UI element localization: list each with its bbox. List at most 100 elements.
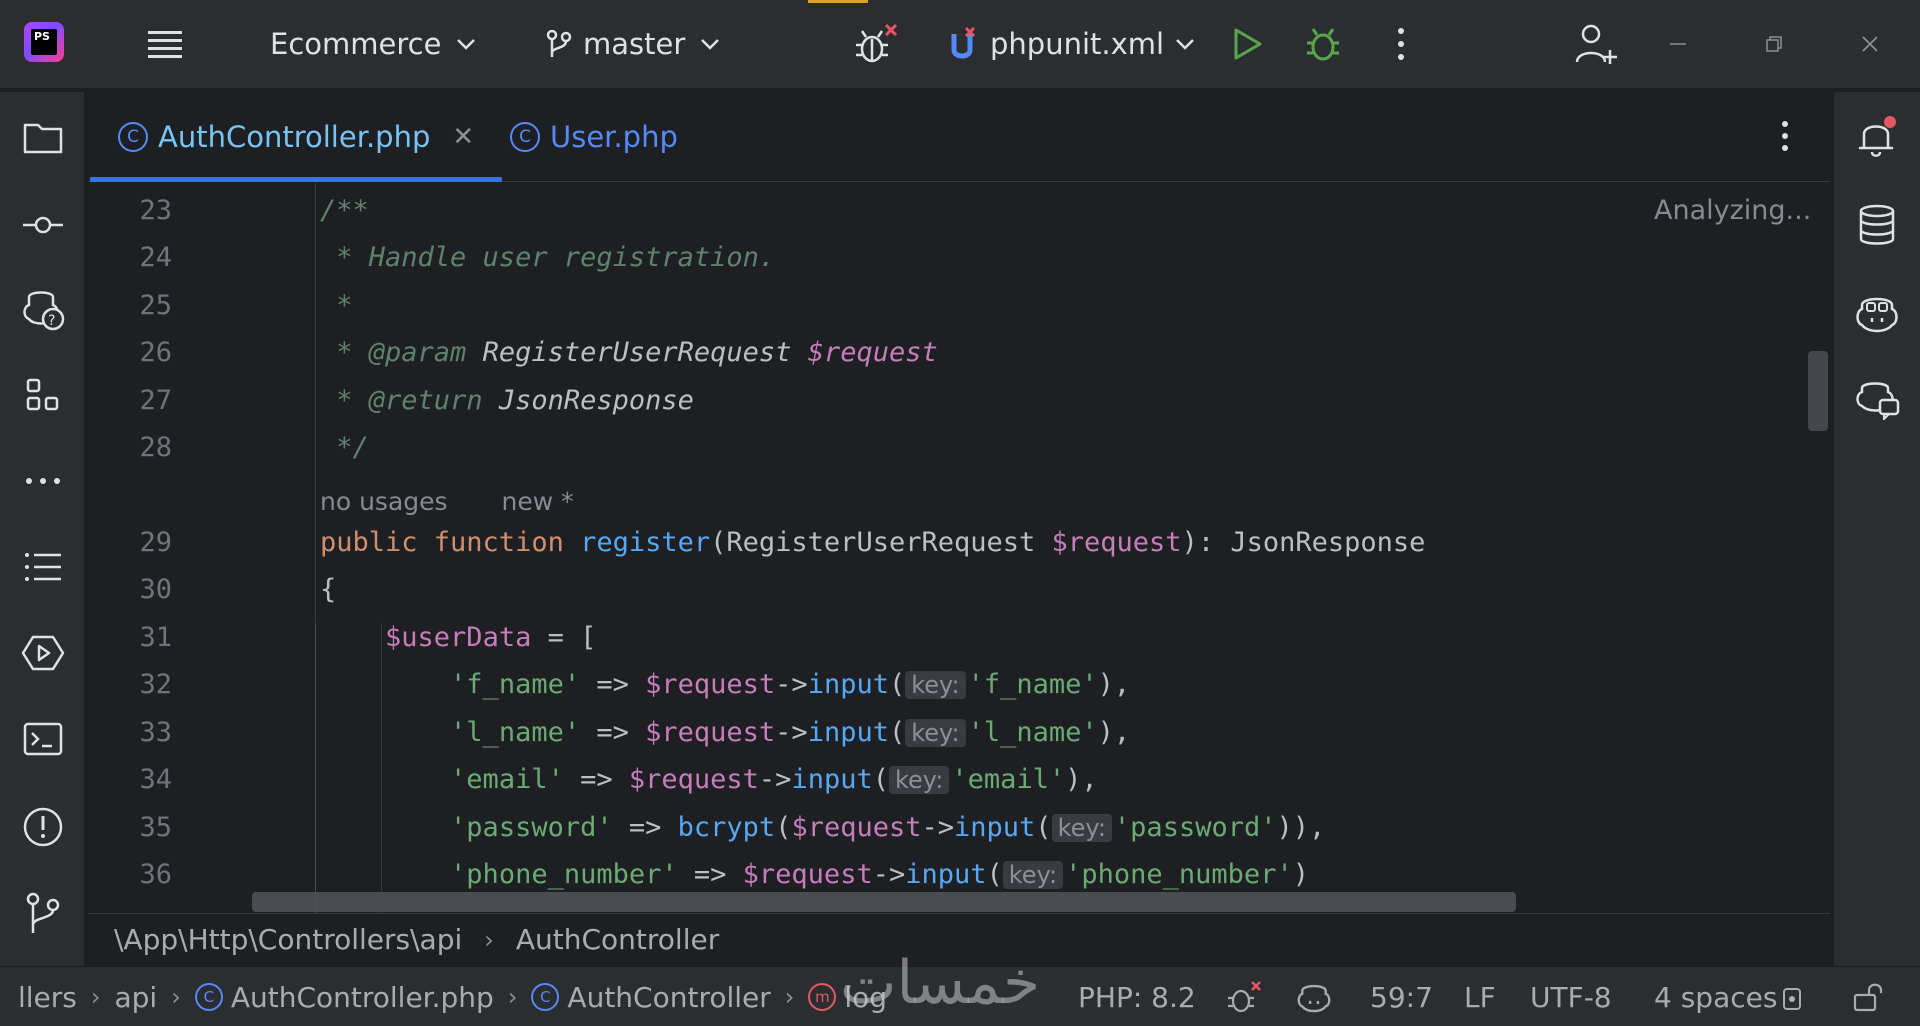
nav-item[interactable]: AuthController.php: [231, 981, 494, 1014]
tab-user[interactable]: C User.php: [510, 92, 678, 182]
code-token: */: [320, 432, 369, 463]
main-menu-button[interactable]: [146, 0, 184, 88]
code-line[interactable]: 'password' => bcrypt($request->input(key…: [320, 812, 1325, 843]
code-token: $request: [645, 669, 776, 700]
copilot-status-button[interactable]: [1296, 967, 1332, 1026]
code-line[interactable]: /**: [320, 195, 369, 226]
nav-item[interactable]: api: [115, 981, 158, 1014]
code-line[interactable]: * @param RegisterUserRequest $request: [320, 337, 938, 368]
line-number[interactable]: 32: [88, 669, 172, 700]
parameter-hint: key:: [1051, 814, 1112, 842]
tab-authcontroller[interactable]: C AuthController.php ✕: [90, 92, 503, 182]
code-token: =>: [677, 859, 743, 890]
line-number[interactable]: 36: [88, 859, 172, 890]
code-line[interactable]: public function register(RegisterUserReq…: [320, 527, 1425, 558]
debug-icon: [1307, 28, 1339, 61]
todo-tool-button[interactable]: [20, 544, 66, 590]
line-number[interactable]: 25: [88, 290, 172, 321]
close-window-button[interactable]: [1858, 0, 1882, 88]
database-tool-button[interactable]: [1854, 202, 1900, 248]
code-token: =>: [612, 812, 678, 843]
run-button[interactable]: [1230, 0, 1264, 88]
nav-separator: ›: [784, 983, 795, 1011]
vertical-scrollbar[interactable]: [1808, 351, 1828, 431]
code-vision-hint[interactable]: no usages new *: [320, 487, 574, 516]
breadcrumb-class[interactable]: AuthController: [516, 923, 719, 956]
nav-item[interactable]: llers: [18, 981, 77, 1014]
code-line[interactable]: 'email' => $request->input(key:'email'),: [320, 764, 1098, 795]
tab-label: AuthController.php: [158, 120, 431, 154]
file-encoding[interactable]: UTF-8: [1530, 967, 1612, 1026]
more-tools-button[interactable]: [20, 458, 66, 504]
code-token: 'phone_number': [1065, 859, 1293, 890]
line-number[interactable]: 33: [88, 717, 172, 748]
nav-item[interactable]: AuthController: [567, 981, 770, 1014]
line-number[interactable]: 27: [88, 385, 172, 416]
right-tool-strip: [1832, 92, 1920, 966]
services-tool-button[interactable]: [20, 630, 66, 676]
line-number[interactable]: 28: [88, 432, 172, 463]
line-number[interactable]: 23: [88, 195, 172, 226]
caret-position[interactable]: 59:7: [1370, 967, 1433, 1026]
code-token: (RegisterUserRequest: [710, 527, 1052, 558]
project-selector[interactable]: Ecommerce: [270, 0, 477, 88]
code-with-me-button[interactable]: [1574, 0, 1618, 88]
close-tab-icon[interactable]: ✕: [452, 122, 474, 152]
code-line[interactable]: 'l_name' => $request->input(key:'l_name'…: [320, 717, 1130, 748]
debugger-status-button[interactable]: [1226, 967, 1262, 1026]
notifications-button[interactable]: [1854, 114, 1900, 160]
code-token: $userData: [385, 622, 532, 653]
app-logo[interactable]: PS: [24, 22, 64, 62]
chevron-down-icon: [701, 39, 720, 50]
restore-button[interactable]: [1762, 0, 1786, 88]
author-hint[interactable]: new *: [502, 487, 574, 516]
tab-options-button[interactable]: [1770, 110, 1800, 162]
line-number[interactable]: 34: [88, 764, 172, 795]
code-line[interactable]: *: [320, 290, 352, 321]
copilot-tool-button[interactable]: [1854, 290, 1900, 336]
line-number[interactable]: 35: [88, 812, 172, 843]
run-config-selector[interactable]: phpunit.xml: [948, 0, 1196, 88]
line-ending[interactable]: LF: [1464, 967, 1496, 1026]
restore-icon: [1766, 36, 1782, 52]
code-line[interactable]: 'f_name' => $request->input(key:'f_name'…: [320, 669, 1130, 700]
minimize-button[interactable]: [1666, 0, 1690, 88]
copilot-icon: [1856, 297, 1898, 333]
usages-hint[interactable]: no usages: [320, 487, 448, 516]
read-only-toggle[interactable]: [1852, 967, 1884, 1026]
commit-tool-button[interactable]: [20, 202, 66, 248]
ai-assistant-tool-button[interactable]: ?: [20, 286, 66, 332]
line-number[interactable]: 26: [88, 337, 172, 368]
code-line[interactable]: * @return JsonResponse: [320, 385, 694, 416]
line-number[interactable]: 24: [88, 242, 172, 273]
terminal-tool-button[interactable]: [20, 716, 66, 762]
structure-tool-button[interactable]: [20, 372, 66, 418]
code-line[interactable]: */: [320, 432, 369, 463]
line-number[interactable]: 31: [88, 622, 172, 653]
code-token: = [: [531, 622, 597, 653]
debugger-toggle-button[interactable]: [852, 0, 898, 88]
indent-setting[interactable]: 4 spaces: [1654, 967, 1777, 1026]
copilot-chat-tool-button[interactable]: [1854, 376, 1900, 422]
nav-separator: ›: [90, 983, 101, 1011]
code-line[interactable]: $userData = [: [320, 622, 596, 653]
horizontal-scrollbar[interactable]: [252, 892, 1516, 912]
code-line[interactable]: {: [320, 574, 336, 605]
php-version[interactable]: PHP: 8.2: [1078, 967, 1196, 1026]
debug-button[interactable]: [1304, 0, 1342, 88]
branch-selector[interactable]: master: [545, 0, 721, 88]
code-editor[interactable]: Analyzing... 23 24 25 26 27 28 29 30 31 32 33 34 35 3…: [88, 183, 1830, 913]
breadcrumb-namespace[interactable]: \App\Http\Controllers\api: [114, 923, 462, 956]
line-number[interactable]: 30: [88, 574, 172, 605]
code-line[interactable]: 'phone_number' => $request->input(key:'p…: [320, 859, 1309, 890]
indent-guide: [315, 623, 316, 913]
project-tool-button[interactable]: [20, 114, 66, 160]
git-tool-button[interactable]: [20, 890, 66, 936]
line-number[interactable]: 29: [88, 527, 172, 558]
close-icon: [1862, 36, 1878, 52]
more-actions-button[interactable]: [1392, 0, 1410, 88]
code-line[interactable]: * Handle user registration.: [320, 242, 775, 273]
problems-tool-button[interactable]: [20, 804, 66, 850]
database-icon: [1859, 204, 1895, 245]
